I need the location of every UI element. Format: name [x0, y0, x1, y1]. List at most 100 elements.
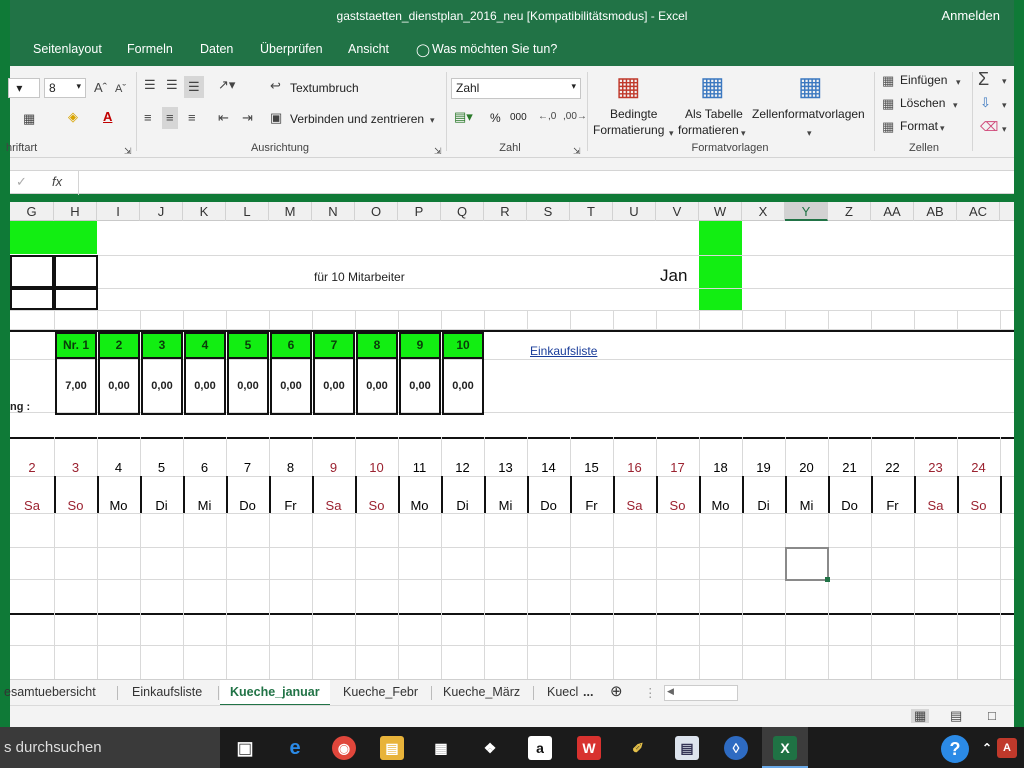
- decrease-indent-icon[interactable]: ⇤: [218, 111, 229, 125]
- column-header-v[interactable]: V: [656, 202, 699, 221]
- tray-app-icon[interactable]: A: [997, 738, 1017, 758]
- merge-dropdown-icon[interactable]: ▾: [430, 113, 435, 127]
- day-number[interactable]: 22: [871, 460, 914, 475]
- task-view-icon[interactable]: ▣: [233, 736, 257, 760]
- weekday-label[interactable]: Fr: [570, 498, 613, 513]
- cell-styles-button[interactable]: Zellenformatvorlagen: [752, 107, 865, 121]
- weekday-label[interactable]: Sa: [312, 498, 355, 513]
- employee-hours-9[interactable]: 0,00: [399, 359, 441, 415]
- tab-ansicht[interactable]: Ansicht: [348, 42, 389, 56]
- weekday-label[interactable]: Fr: [871, 498, 914, 513]
- employee-hours-10[interactable]: 0,00: [442, 359, 484, 415]
- tab-gesamtuebersicht[interactable]: esamtuebersicht: [4, 685, 96, 699]
- delete-cells-icon[interactable]: ▦: [882, 97, 894, 111]
- einkaufsliste-link[interactable]: Einkaufsliste: [530, 344, 597, 358]
- insert-cells-icon[interactable]: ▦: [882, 74, 894, 88]
- wps-icon[interactable]: W: [577, 736, 601, 760]
- excel-icon[interactable]: X: [773, 736, 797, 760]
- font-launcher-icon[interactable]: ⇲: [124, 144, 132, 158]
- day-number[interactable]: 8: [269, 460, 312, 475]
- weekday-label[interactable]: Do: [527, 498, 570, 513]
- employee-hours-2[interactable]: 0,00: [98, 359, 140, 415]
- column-header-q[interactable]: Q: [441, 202, 484, 221]
- format-cells-icon[interactable]: ▦: [882, 120, 894, 134]
- weekday-label[interactable]: So: [54, 498, 97, 513]
- border-icon[interactable]: ▦: [23, 112, 35, 126]
- column-header-x[interactable]: X: [742, 202, 785, 221]
- edge-icon[interactable]: e: [283, 736, 307, 760]
- cell-styles-icon[interactable]: ▦: [798, 72, 823, 100]
- more-tabs-button[interactable]: ...: [583, 685, 593, 699]
- taskbar-search[interactable]: s durchsuchen: [0, 727, 220, 768]
- thousands-button[interactable]: 000: [510, 112, 527, 123]
- day-number[interactable]: 2: [10, 460, 54, 475]
- day-number[interactable]: 19: [742, 460, 785, 475]
- fill-icon[interactable]: ⇩: [980, 96, 991, 110]
- grow-font-icon[interactable]: Aˆ: [94, 81, 107, 95]
- employee-hours-1[interactable]: 7,00: [55, 359, 97, 415]
- fill-handle[interactable]: [825, 577, 830, 582]
- column-header-g[interactable]: G: [10, 202, 54, 221]
- tab-kueche-januar[interactable]: Kueche_januar: [220, 680, 330, 706]
- app-icon[interactable]: ◊: [724, 736, 748, 760]
- tab-splitter-icon[interactable]: ⋮: [644, 685, 657, 700]
- help-icon[interactable]: ?: [941, 735, 969, 763]
- day-number[interactable]: 11: [398, 460, 441, 475]
- column-header-z[interactable]: Z: [828, 202, 871, 221]
- fill-dropdown-icon[interactable]: ▾: [1002, 98, 1007, 112]
- day-number[interactable]: 13: [484, 460, 527, 475]
- amazon-icon[interactable]: a: [528, 736, 552, 760]
- day-number[interactable]: 6: [183, 460, 226, 475]
- number-launcher-icon[interactable]: ⇲: [573, 144, 581, 158]
- day-number[interactable]: 4: [97, 460, 140, 475]
- column-header-ab[interactable]: AB: [914, 202, 957, 221]
- weekday-label[interactable]: Di: [140, 498, 183, 513]
- font-name-box[interactable]: ▾: [8, 78, 40, 98]
- weekday-label[interactable]: Mi: [183, 498, 226, 513]
- day-number[interactable]: 5: [140, 460, 183, 475]
- as-table-label-1[interactable]: Als Tabelle: [685, 107, 743, 121]
- weekday-label[interactable]: Do: [226, 498, 269, 513]
- orientation-icon[interactable]: ↗▾: [218, 78, 235, 92]
- weekday-label[interactable]: So: [355, 498, 398, 513]
- weekday-label[interactable]: Mo: [97, 498, 140, 513]
- merge-center-button[interactable]: Verbinden und zentrieren: [290, 112, 424, 126]
- tab-kueche-febr[interactable]: Kueche_Febr: [343, 685, 418, 699]
- shrink-font-icon[interactable]: Aˇ: [115, 82, 126, 96]
- employee-hours-7[interactable]: 0,00: [313, 359, 355, 415]
- weekday-label[interactable]: Sa: [613, 498, 656, 513]
- delete-dropdown-icon[interactable]: ▾: [953, 98, 958, 112]
- paint-icon[interactable]: ✐: [626, 736, 650, 760]
- percent-button[interactable]: %: [490, 111, 501, 125]
- align-bottom-icon[interactable]: ☰: [184, 76, 204, 98]
- format-dropdown-icon[interactable]: ▾: [940, 121, 945, 135]
- weekday-label[interactable]: Mo: [398, 498, 441, 513]
- tab-kueche-maerz[interactable]: Kueche_März: [443, 685, 520, 699]
- day-number[interactable]: 15: [570, 460, 613, 475]
- weekday-label[interactable]: Fr: [269, 498, 312, 513]
- conditional-format-icon[interactable]: ▦: [616, 72, 641, 100]
- weekday-label[interactable]: Mo: [699, 498, 742, 513]
- column-header-r[interactable]: R: [484, 202, 527, 221]
- day-number[interactable]: 24: [957, 460, 1000, 475]
- clear-dropdown-icon[interactable]: ▾: [1002, 122, 1007, 136]
- cell-styles-dropdown-icon[interactable]: ▾: [807, 126, 812, 140]
- weekday-label[interactable]: Di: [441, 498, 484, 513]
- column-header-ac[interactable]: AC: [957, 202, 1000, 221]
- normal-view-icon[interactable]: ▦: [911, 709, 930, 723]
- tab-kuecl[interactable]: Kuecl: [547, 685, 578, 699]
- align-right-icon[interactable]: ≡: [188, 111, 196, 125]
- insert-button[interactable]: Einfügen: [900, 73, 947, 87]
- column-header-l[interactable]: L: [226, 202, 269, 221]
- news-icon[interactable]: ▤: [675, 736, 699, 760]
- cond-format-label-1[interactable]: Bedingte: [610, 107, 657, 121]
- font-size-box[interactable]: 8 ▾: [44, 78, 86, 98]
- tell-me-icon[interactable]: ◯: [416, 42, 430, 57]
- autosum-icon[interactable]: Σ: [978, 70, 989, 88]
- column-header-h[interactable]: H: [54, 202, 97, 221]
- tell-me-search[interactable]: Was möchten Sie tun?: [432, 42, 557, 56]
- font-color-icon[interactable]: A: [103, 110, 112, 124]
- chrome-icon[interactable]: ◉: [332, 736, 356, 760]
- weekday-label[interactable]: So: [957, 498, 1000, 513]
- tab-formeln[interactable]: Formeln: [127, 42, 173, 56]
